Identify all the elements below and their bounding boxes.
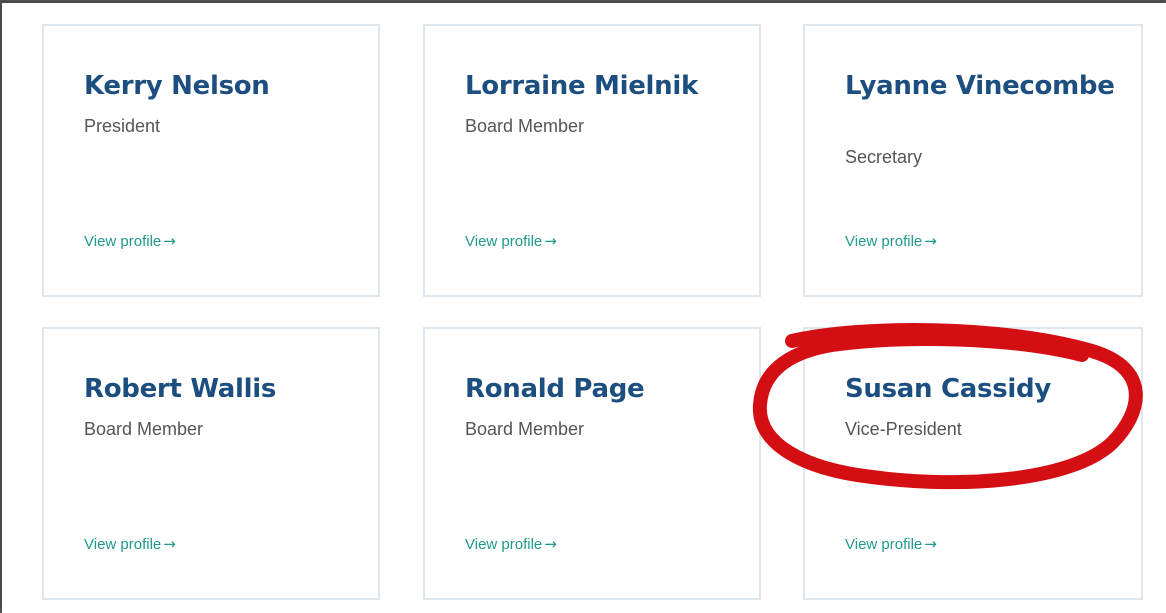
view-profile-link[interactable]: View profile →	[845, 232, 937, 250]
view-profile-label: View profile	[845, 536, 923, 553]
arrow-right-icon: →	[924, 232, 937, 250]
member-card-lorraine-mielnik[interactable]: Lorraine Mielnik Board Member View profi…	[423, 24, 761, 297]
view-profile-link[interactable]: View profile →	[84, 232, 176, 250]
member-card-ronald-page[interactable]: Ronald Page Board Member View profile →	[423, 327, 761, 600]
member-role: President	[84, 116, 161, 136]
arrow-right-icon: →	[544, 232, 557, 250]
view-profile-link[interactable]: View profile →	[845, 535, 937, 553]
board-members-page: Kerry Nelson President View profile → Lor…	[2, 3, 1166, 613]
member-name: Susan Cassidy	[845, 374, 1051, 404]
arrow-right-icon: →	[544, 535, 557, 553]
view-profile-label: View profile	[84, 233, 162, 250]
member-role: Board Member	[465, 419, 585, 439]
member-role: Board Member	[84, 419, 204, 439]
member-role: Secretary	[845, 147, 923, 167]
view-profile-label: View profile	[465, 233, 543, 250]
member-name: Kerry Nelson	[84, 71, 270, 101]
member-card-robert-wallis[interactable]: Robert Wallis Board Member View profile →	[42, 327, 380, 600]
view-profile-label: View profile	[845, 233, 923, 250]
view-profile-label: View profile	[465, 536, 543, 553]
member-role: Board Member	[465, 116, 585, 136]
member-name: Robert Wallis	[84, 374, 277, 404]
member-name: Ronald Page	[465, 374, 645, 404]
arrow-right-icon: →	[163, 232, 176, 250]
member-card-susan-cassidy[interactable]: Susan Cassidy Vice-President View profil…	[803, 327, 1143, 600]
arrow-right-icon: →	[163, 535, 176, 553]
member-card-lyanne-vinecombe[interactable]: Lyanne Vinecombe Secretary View profile →	[803, 24, 1143, 297]
arrow-right-icon: →	[924, 535, 937, 553]
member-name: Lyanne Vinecombe	[845, 71, 1115, 101]
view-profile-link[interactable]: View profile →	[84, 535, 176, 553]
view-profile-link[interactable]: View profile →	[465, 535, 557, 553]
view-profile-label: View profile	[84, 536, 162, 553]
view-profile-link[interactable]: View profile →	[465, 232, 557, 250]
member-role: Vice-President	[845, 419, 962, 439]
member-card-kerry-nelson[interactable]: Kerry Nelson President View profile →	[42, 24, 380, 297]
member-name: Lorraine Mielnik	[465, 71, 698, 101]
